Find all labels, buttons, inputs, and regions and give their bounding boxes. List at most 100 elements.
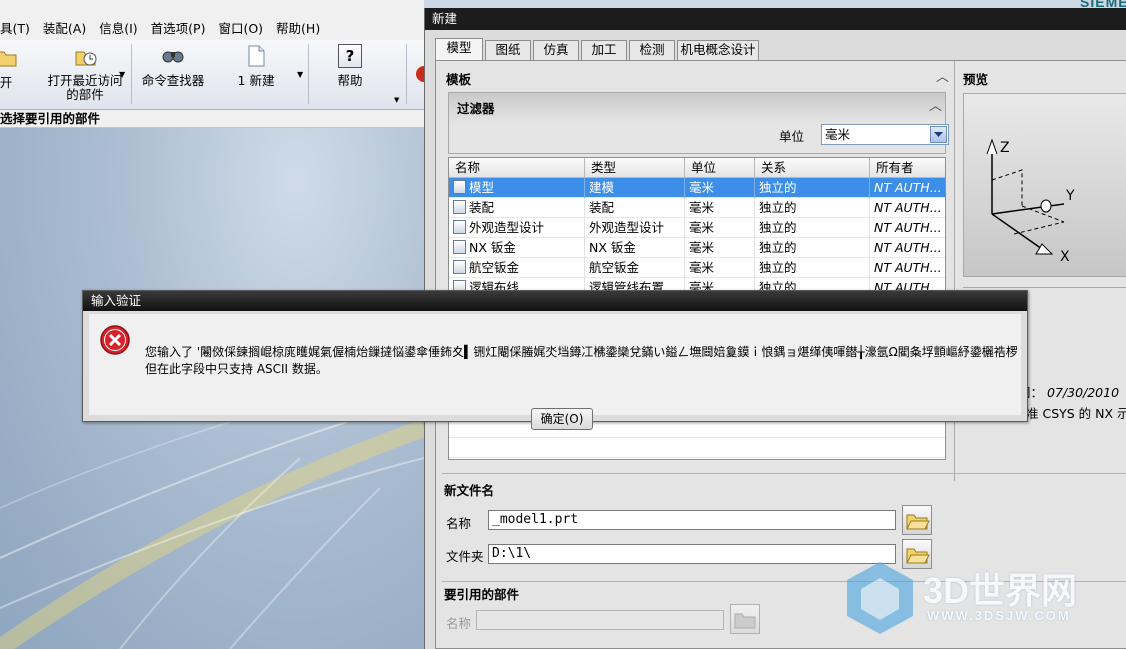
row-unit: 毫米 [685,178,755,198]
command-finder-button[interactable]: 命令查找器 [138,44,208,88]
dropdown-arrow-icon[interactable] [930,126,947,143]
table-row[interactable]: 装配 装配 毫米 独立的 NT AUTH... [449,198,945,218]
toolbar-separator [406,44,407,104]
row-unit: 毫米 [685,238,755,258]
title-strip [0,0,424,14]
collapse-template-icon[interactable]: ︿ [936,66,949,85]
folder-input[interactable]: D:\1\ [488,544,896,564]
row-type: NX 钣金 [585,238,685,258]
row-owner: NT AUTH... [870,178,945,198]
row-name: 航空钣金 [469,260,520,275]
ref-name-input [476,610,724,630]
column-header-name[interactable]: 名称 [449,158,585,178]
row-name: 外观造型设计 [469,220,545,235]
recent-parts-icon [73,44,97,68]
row-owner: NT AUTH... [870,198,945,218]
axis-x-label: X [1060,249,1070,265]
new-dialog-title: 新建 [425,8,1126,30]
column-header-relation[interactable]: 关系 [755,158,870,178]
table-row [449,438,945,458]
menu-assembly[interactable]: 装配(A) [43,18,86,37]
toolbar-separator [308,44,309,104]
main-toolbar: 开 打开最近访问 的部件 ▼ 命令查找器 1 新建 ▼ ? 帮助 ▼ [0,40,426,110]
new-label: 1 新建 [237,73,275,88]
open-recent-button[interactable]: 打开最近访问 的部件 [40,44,130,102]
selection-bar: 选择要引用的部件 [0,110,424,128]
open-folder-icon [0,44,18,68]
open-button[interactable]: 开 [0,44,18,90]
properties-date: 间： 07/30/2010 [1018,382,1119,401]
row-relation: 独立的 [755,258,870,278]
ref-name-label: 名称 [446,616,472,631]
finder-label: 命令查找器 [141,73,205,88]
divider [963,287,1126,288]
error-icon [99,324,131,359]
properties-date-value: 07/30/2010 [1047,385,1120,400]
menu-window[interactable]: 窗口(O) [218,18,263,37]
row-unit: 毫米 [685,258,755,278]
referenced-parts-header: 要引用的部件 [444,587,520,602]
table-row[interactable]: 外观造型设计 外观造型设计 毫米 独立的 NT AUTH... [449,218,945,238]
menu-help[interactable]: 帮助(H) [276,18,320,37]
table-row[interactable]: NX 钣金 NX 钣金 毫米 独立的 NT AUTH... [449,238,945,258]
input-validation-dialog: 输入验证 您输入了 '闂傚倸鍊搁崐椋庣矆娓氣偓楠炲鏁撻悩鍙傘倕鈽夊▍铏灴閹倸螣娓… [82,290,1028,430]
unit-select[interactable]: 毫米 [821,124,949,145]
preview-header: 预览 [963,72,989,87]
tab-drawing[interactable]: 图纸 [485,40,531,60]
row-type: 装配 [585,198,685,218]
preview-image: Z X Y [963,93,1126,277]
help-icon: ? [338,44,362,68]
folder-icon [906,514,930,530]
row-type: 航空钣金 [585,258,685,278]
watermark: 3D世界网 WWW.3DSJW.COM [843,558,1113,638]
toolbar-overflow-icon[interactable]: ▼ [394,96,399,104]
table-row[interactable]: 航空钣金 航空钣金 毫米 独立的 NT AUTH... [449,258,945,278]
model-template-icon [453,180,466,194]
sheet-metal-template-icon [453,240,466,254]
filename-input[interactable]: _model1.prt [488,510,896,530]
new-filename-group: 新文件名 名称 _model1.prt 文件夹 D:\1\ [442,473,1126,571]
menu-info[interactable]: 信息(I) [99,18,137,37]
row-owner: NT AUTH... [870,218,945,238]
error-message-line1: 您输入了 '闂傚倸鍊搁崐椋庣矆娓氣偓楠炲鏁撻悩鍙傘倕鈽夊▍铏灴閹倸螣娓氼垱鐏冮梻… [145,345,1017,359]
new-dropdown-icon[interactable]: ▼ [297,70,303,79]
open-label: 开 [0,75,13,90]
tab-model[interactable]: 模型 [435,38,483,61]
tab-mechatronics[interactable]: 机电概念设计 [677,40,759,60]
browse-name-button[interactable] [902,505,932,535]
ok-button[interactable]: 确定(O) [531,408,593,430]
error-dialog-title: 输入验证 [83,291,1027,311]
help-label: 帮助 [337,73,363,88]
menu-tools[interactable]: 具(T) [0,18,30,37]
row-unit: 毫米 [685,198,755,218]
row-type: 外观造型设计 [585,218,685,238]
shape-studio-template-icon [453,220,466,234]
column-header-owner[interactable]: 所有者 [870,158,945,178]
row-owner: NT AUTH... [870,238,945,258]
row-name: NX 钣金 [469,240,516,255]
table-row[interactable]: 模型 建模 毫米 独立的 NT AUTH... [449,178,945,198]
row-name: 模型 [469,180,495,195]
menu-preferences[interactable]: 首选项(P) [151,18,206,37]
column-header-type[interactable]: 类型 [585,158,685,178]
row-name: 装配 [469,200,495,215]
new-file-icon [244,44,268,68]
assembly-template-icon [453,200,466,214]
axis-y-label: Y [1065,188,1075,204]
row-owner: NT AUTH... [870,258,945,278]
tab-manufacturing[interactable]: 加工 [581,40,627,60]
row-relation: 独立的 [755,198,870,218]
new-button[interactable]: 1 新建 [230,44,282,88]
properties-description: 准 CSYS 的 NX 示 [1026,406,1126,421]
help-button[interactable]: ? 帮助 [326,44,374,88]
tab-inspection[interactable]: 检测 [629,40,675,60]
error-message-line2: 但在此字段中只支持 ASCII 数据。 [145,362,328,376]
toolbar-separator [131,44,132,104]
column-header-unit[interactable]: 单位 [685,158,755,178]
row-relation: 独立的 [755,178,870,198]
row-relation: 独立的 [755,218,870,238]
folder-label: 文件夹 [446,549,484,564]
collapse-filter-icon[interactable]: ︿ [929,95,942,114]
recent-dropdown-icon[interactable]: ▼ [119,70,125,79]
tab-simulation[interactable]: 仿真 [533,40,579,60]
